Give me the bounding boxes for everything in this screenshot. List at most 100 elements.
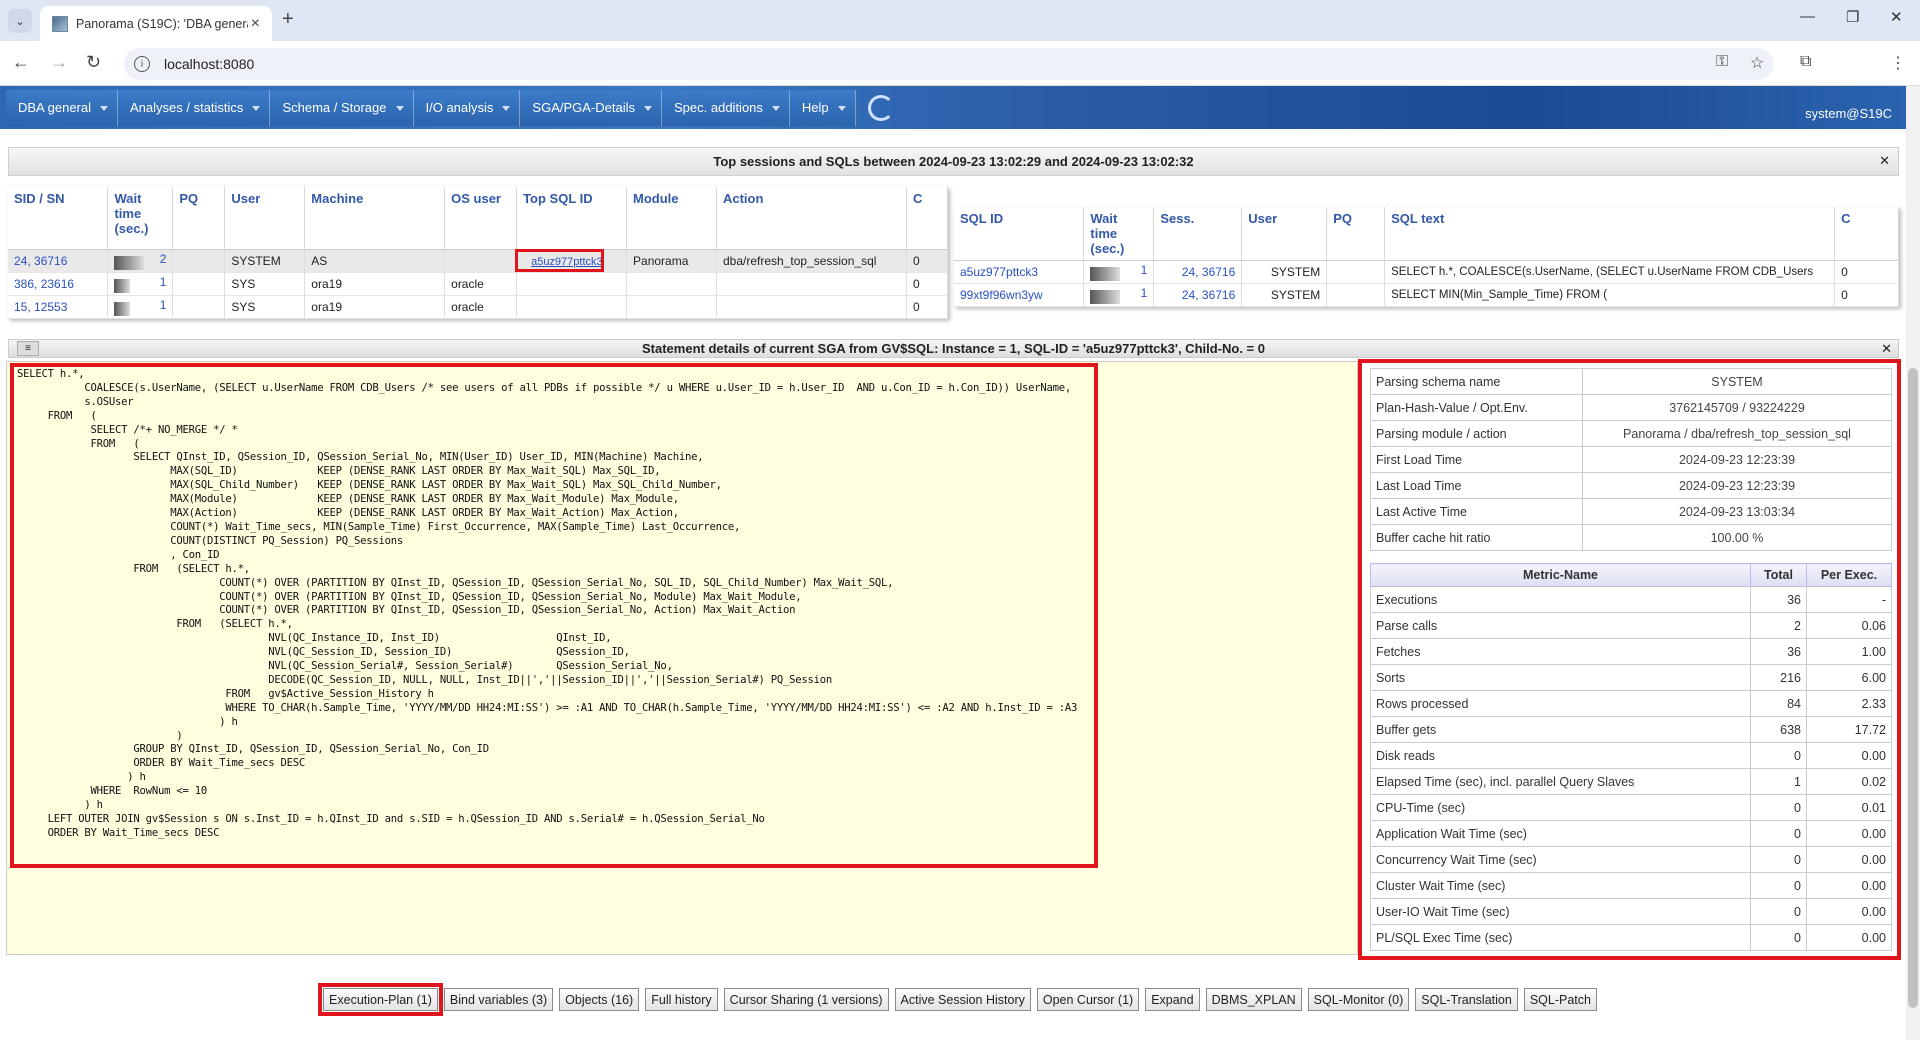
col-sid[interactable]: SID / SN xyxy=(8,187,109,250)
close-icon[interactable]: ✕ xyxy=(1879,153,1890,169)
machine-cell: ora19 xyxy=(304,272,446,296)
wait-link[interactable]: 1 xyxy=(160,275,167,289)
menu-io-analysis[interactable]: I/O analysis xyxy=(413,89,521,126)
scrollbar-thumb[interactable] xyxy=(1908,368,1918,1008)
menu-dba-general[interactable]: DBA general xyxy=(6,89,118,126)
col-top-sql-id[interactable]: Top SQL ID xyxy=(516,187,628,250)
col-pq[interactable]: PQ xyxy=(1326,207,1386,261)
panel-menu-icon[interactable]: ≡ xyxy=(17,341,39,356)
module-cell: Panorama xyxy=(626,249,717,273)
menu-sga-pga-details[interactable]: SGA/PGA-Details xyxy=(520,89,663,126)
full-history-button[interactable]: Full history xyxy=(645,988,718,1011)
top-sql-id-cell xyxy=(516,295,628,319)
cursor-sharing-button[interactable]: Cursor Sharing (1 versions) xyxy=(723,988,889,1011)
top-sessions-header: Top sessions and SQLs between 2024-09-23… xyxy=(8,147,1899,176)
browser-tab[interactable]: Panorama (S19C): 'DBA genera × xyxy=(40,6,272,41)
password-key-icon[interactable]: ⚿ xyxy=(1716,53,1728,71)
sess-link[interactable]: 24, 36716 xyxy=(1153,283,1243,307)
wait-link[interactable]: 1 xyxy=(1141,263,1148,277)
browser-toolbar: ← → ↻ i localhost:8080 ⚿ ☆ ⧉ ⋮ xyxy=(0,41,1920,86)
sql-patch-button[interactable]: SQL-Patch xyxy=(1523,988,1597,1011)
highlight-box xyxy=(1358,359,1901,960)
table-row[interactable]: 24, 36716 2 SYSTEM AS a5uz977pttck3 Pano… xyxy=(8,249,949,273)
sid-link[interactable]: 386, 23616 xyxy=(8,272,109,296)
user-cell: SYSTEM xyxy=(1241,283,1328,307)
sql-id-link[interactable]: 99xt9f96wn3yw xyxy=(954,283,1085,307)
active-session-history-button[interactable]: Active Session History xyxy=(894,988,1031,1011)
pq-cell xyxy=(172,272,226,296)
table-row[interactable]: 99xt9f96wn3yw 1 24, 36716 SYSTEM SELECT … xyxy=(954,283,1899,307)
col-c[interactable]: C xyxy=(1834,207,1899,261)
table-row[interactable]: 386, 23616 1 SYS ora19 oracle 0 xyxy=(8,272,949,296)
execution-plan-button[interactable]: Execution-Plan (1) xyxy=(318,983,443,1016)
action-cell: dba/refresh_top_session_sql xyxy=(716,249,907,273)
menu-schema-storage[interactable]: Schema / Storage xyxy=(270,89,414,126)
open-cursor-button[interactable]: Open Cursor (1) xyxy=(1036,988,1140,1011)
tab-search-button[interactable]: ⌄ xyxy=(8,9,32,33)
back-icon[interactable]: ← xyxy=(12,52,30,73)
user-cell: SYSTEM xyxy=(224,249,306,273)
restore-icon[interactable]: ❐ xyxy=(1846,8,1859,26)
user-cell: SYSTEM xyxy=(1241,260,1328,284)
close-icon[interactable]: ✕ xyxy=(1881,341,1892,357)
col-wait[interactable]: Wait time (sec.) xyxy=(107,187,174,250)
close-tab-icon[interactable]: × xyxy=(251,15,260,33)
col-sess[interactable]: Sess. xyxy=(1153,207,1243,261)
c-cell: 0 xyxy=(906,295,949,319)
col-user[interactable]: User xyxy=(1241,207,1328,261)
site-info-icon[interactable]: i xyxy=(134,56,150,72)
wait-bar xyxy=(114,278,131,293)
objects-button[interactable]: Objects (16) xyxy=(559,988,640,1011)
menu-help[interactable]: Help xyxy=(789,89,856,126)
sql-monitor-button[interactable]: SQL-Monitor (0) xyxy=(1307,988,1410,1011)
osuser-cell: oracle xyxy=(444,295,518,319)
sql-translation-button[interactable]: SQL-Translation xyxy=(1415,988,1518,1011)
col-sql-text[interactable]: SQL text xyxy=(1384,207,1836,261)
sid-link[interactable]: 15, 12553 xyxy=(8,295,109,319)
browser-menu-icon[interactable]: ⋮ xyxy=(1890,53,1906,73)
forward-icon[interactable]: → xyxy=(50,52,68,73)
col-module[interactable]: Module xyxy=(626,187,717,250)
col-osuser[interactable]: OS user xyxy=(444,187,518,250)
wait-link[interactable]: 1 xyxy=(160,298,167,312)
refresh-icon[interactable] xyxy=(867,94,894,121)
action-cell xyxy=(716,295,907,319)
sess-link[interactable]: 24, 36716 xyxy=(1153,260,1243,284)
new-tab-icon[interactable]: + xyxy=(282,8,294,31)
favicon-icon xyxy=(52,15,68,32)
col-wait[interactable]: Wait time (sec.) xyxy=(1083,207,1155,261)
pq-cell xyxy=(1326,283,1386,307)
sql-id-link[interactable]: a5uz977pttck3 xyxy=(954,260,1085,284)
col-sql-id[interactable]: SQL ID xyxy=(954,207,1085,261)
wait-bar xyxy=(1090,290,1121,304)
table-row[interactable]: 15, 12553 1 SYS ora19 oracle 0 xyxy=(8,295,949,319)
window-close-icon[interactable]: ✕ xyxy=(1890,8,1903,26)
dbms-xplan-button[interactable]: DBMS_XPLAN xyxy=(1205,988,1302,1011)
sql-text-cell: SELECT h.*, COALESCE(s.UserName, (SELECT… xyxy=(1384,260,1836,284)
col-pq[interactable]: PQ xyxy=(172,187,226,250)
browser-tab-bar: ⌄ Panorama (S19C): 'DBA genera × + — ❐ ✕ xyxy=(0,0,1920,41)
menu-spec-additions[interactable]: Spec. additions xyxy=(662,89,790,126)
wait-link[interactable]: 1 xyxy=(1141,286,1148,300)
extensions-icon[interactable]: ⧉ xyxy=(1800,53,1811,71)
col-action[interactable]: Action xyxy=(716,187,907,250)
col-machine[interactable]: Machine xyxy=(304,187,446,250)
wait-link[interactable]: 2 xyxy=(160,252,167,266)
col-user[interactable]: User xyxy=(224,187,306,250)
sid-link[interactable]: 24, 36716 xyxy=(8,249,109,273)
col-c[interactable]: C xyxy=(906,187,949,250)
tab-title: Panorama (S19C): 'DBA genera xyxy=(76,16,248,31)
menu-analyses-statistics[interactable]: Analyses / statistics xyxy=(118,89,271,126)
top-sessions-title: Top sessions and SQLs between 2024-09-23… xyxy=(713,154,1194,169)
table-row[interactable]: a5uz977pttck3 1 24, 36716 SYSTEM SELECT … xyxy=(954,260,1899,284)
bind-variables-button[interactable]: Bind variables (3) xyxy=(443,988,554,1011)
reload-icon[interactable]: ↻ xyxy=(86,52,101,73)
address-bar[interactable]: i localhost:8080 xyxy=(124,48,1774,80)
minimize-icon[interactable]: — xyxy=(1800,8,1815,25)
sessions-table: SID / SN Wait time (sec.) PQ User Machin… xyxy=(8,187,949,319)
wait-bar xyxy=(114,255,145,270)
expand-button[interactable]: Expand xyxy=(1145,988,1200,1011)
c-cell: 0 xyxy=(1834,283,1899,307)
bookmark-star-icon[interactable]: ☆ xyxy=(1750,53,1764,73)
url-text: localhost:8080 xyxy=(164,56,255,72)
